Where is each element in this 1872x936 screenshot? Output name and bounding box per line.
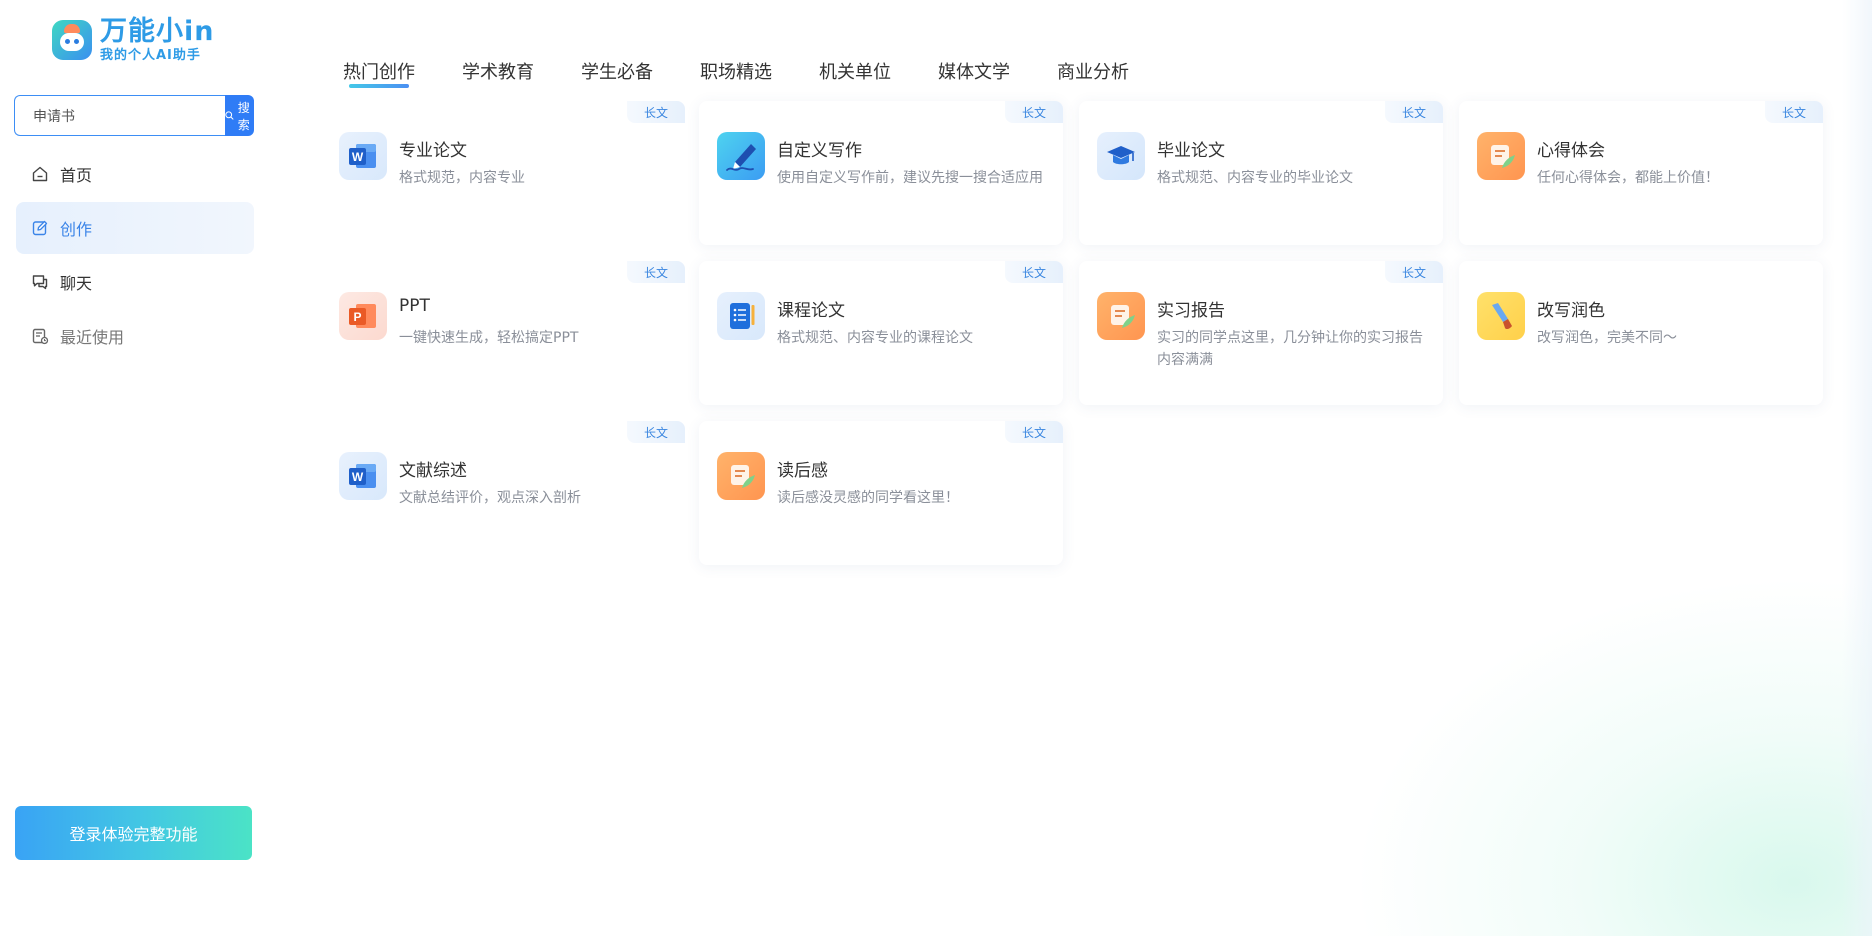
background-glow: [1352, 576, 1872, 936]
search-icon: [225, 111, 234, 120]
long-text-badge: 长文: [1005, 421, 1063, 443]
card-professional-paper[interactable]: 长文 W 专业论文 格式规范，内容专业: [321, 101, 685, 245]
card-reflections[interactable]: 长文 心得体会 任何心得体会，都能上价值！: [1459, 101, 1823, 245]
search-input[interactable]: [14, 95, 225, 136]
svg-text:W: W: [352, 150, 364, 164]
brush-icon: [1477, 292, 1525, 340]
brand-logo[interactable]: 万能小in 我的个人AI助手: [52, 18, 214, 62]
history-icon: [30, 326, 50, 346]
sidebar-item-label: 首页: [60, 166, 93, 185]
card-desc: 改写润色，完美不同～: [1537, 330, 1677, 346]
word-document-icon: W: [339, 452, 387, 500]
card-title: 实习报告: [1157, 301, 1225, 321]
brand-subtitle: 我的个人AI助手: [100, 48, 201, 63]
long-text-badge: 长文: [1765, 101, 1823, 123]
card-desc: 实习的同学点这里，几分钟让你的实习报告内容满满: [1157, 330, 1423, 368]
home-icon: [30, 164, 50, 184]
svg-text:P: P: [353, 310, 361, 324]
card-desc: 格式规范、内容专业的课程论文: [777, 330, 973, 346]
card-literature-review[interactable]: 长文 W 文献综述 文献总结评价，观点深入剖析: [321, 421, 685, 565]
tab-hot[interactable]: 热门创作: [343, 58, 415, 88]
card-desc: 任何心得体会，都能上价值！: [1537, 170, 1719, 186]
search-button-label: 搜索: [237, 100, 250, 132]
robot-logo-icon: [52, 20, 92, 60]
card-title: 毕业论文: [1157, 141, 1225, 161]
reading-notes-icon: [717, 452, 765, 500]
login-button[interactable]: 登录体验完整功能: [15, 806, 252, 860]
edit-icon: [30, 218, 50, 238]
long-text-badge: 长文: [627, 421, 685, 443]
tab-media[interactable]: 媒体文学: [938, 58, 1010, 88]
sidebar-item-create[interactable]: 创作: [16, 202, 254, 254]
card-course-paper[interactable]: 长文 课程论文 格式规范、内容专业的课程论文: [699, 261, 1063, 405]
card-desc: 格式规范，内容专业: [399, 170, 525, 186]
card-rewrite-polish[interactable]: 改写润色 改写润色，完美不同～: [1459, 261, 1823, 405]
card-ppt[interactable]: 长文 P PPT 一键快速生成，轻松搞定PPT: [321, 261, 685, 405]
long-text-badge: 长文: [1385, 101, 1443, 123]
tab-workplace[interactable]: 职场精选: [700, 58, 772, 88]
card-book-report[interactable]: 长文 读后感 读后感没灵感的同学看这里！: [699, 421, 1063, 565]
card-title: 自定义写作: [777, 141, 862, 161]
word-document-icon: W: [339, 132, 387, 180]
notebook-list-icon: [717, 292, 765, 340]
card-desc: 使用自定义写作前，建议先搜一搜合适应用: [777, 170, 1043, 186]
tab-student[interactable]: 学生必备: [581, 58, 653, 88]
card-desc: 读后感没灵感的同学看这里！: [777, 490, 959, 506]
tab-academic[interactable]: 学术教育: [462, 58, 534, 88]
sidebar-item-recent[interactable]: 最近使用: [16, 310, 254, 362]
search-bar: 搜索: [14, 95, 255, 136]
tab-government[interactable]: 机关单位: [819, 58, 891, 88]
card-internship-report[interactable]: 长文 实习报告 实习的同学点这里，几分钟让你的实习报告内容满满: [1079, 261, 1443, 405]
notes-feather-icon: [1477, 132, 1525, 180]
card-title: 读后感: [777, 461, 828, 481]
pen-writing-icon: [717, 132, 765, 180]
card-title: 专业论文: [399, 141, 467, 161]
tab-business[interactable]: 商业分析: [1057, 58, 1129, 88]
svg-text:W: W: [352, 470, 364, 484]
long-text-badge: 长文: [627, 101, 685, 123]
powerpoint-icon: P: [339, 292, 387, 340]
sidebar-item-chat[interactable]: 聊天: [16, 256, 254, 308]
card-title: 心得体会: [1537, 141, 1605, 161]
card-desc: 一键快速生成，轻松搞定PPT: [399, 330, 579, 346]
card-desc: 文献总结评价，观点深入剖析: [399, 490, 581, 506]
sidebar-item-label: 最近使用: [60, 328, 125, 347]
long-text-badge: 长文: [627, 261, 685, 283]
search-button[interactable]: 搜索: [225, 95, 255, 136]
card-desc: 格式规范、内容专业的毕业论文: [1157, 170, 1353, 186]
card-title: 课程论文: [777, 301, 845, 321]
sidebar-nav: 首页 创作 聊天 最近使用: [16, 148, 254, 364]
long-text-badge: 长文: [1385, 261, 1443, 283]
sidebar-item-label: 聊天: [60, 274, 93, 293]
chat-icon: [30, 272, 50, 292]
card-title: 文献综述: [399, 461, 467, 481]
sidebar-item-label: 创作: [60, 220, 93, 239]
card-title: PPT: [399, 296, 430, 316]
sidebar: 万能小in 我的个人AI助手 搜索 首页 创作 聊天: [0, 0, 270, 936]
category-tabs: 热门创作 学术教育 学生必备 职场精选 机关单位 媒体文学 商业分析: [343, 58, 1129, 88]
report-feather-icon: [1097, 292, 1145, 340]
card-title: 改写润色: [1537, 301, 1605, 321]
card-custom-writing[interactable]: 长文 自定义写作 使用自定义写作前，建议先搜一搜合适应用: [699, 101, 1063, 245]
background-edge: [1842, 0, 1872, 936]
long-text-badge: 长文: [1005, 101, 1063, 123]
brand-title: 万能小in: [100, 16, 215, 47]
card-graduation-thesis[interactable]: 长文 毕业论文 格式规范、内容专业的毕业论文: [1079, 101, 1443, 245]
sidebar-item-home[interactable]: 首页: [16, 148, 254, 200]
long-text-badge: 长文: [1005, 261, 1063, 283]
graduation-cap-icon: [1097, 132, 1145, 180]
